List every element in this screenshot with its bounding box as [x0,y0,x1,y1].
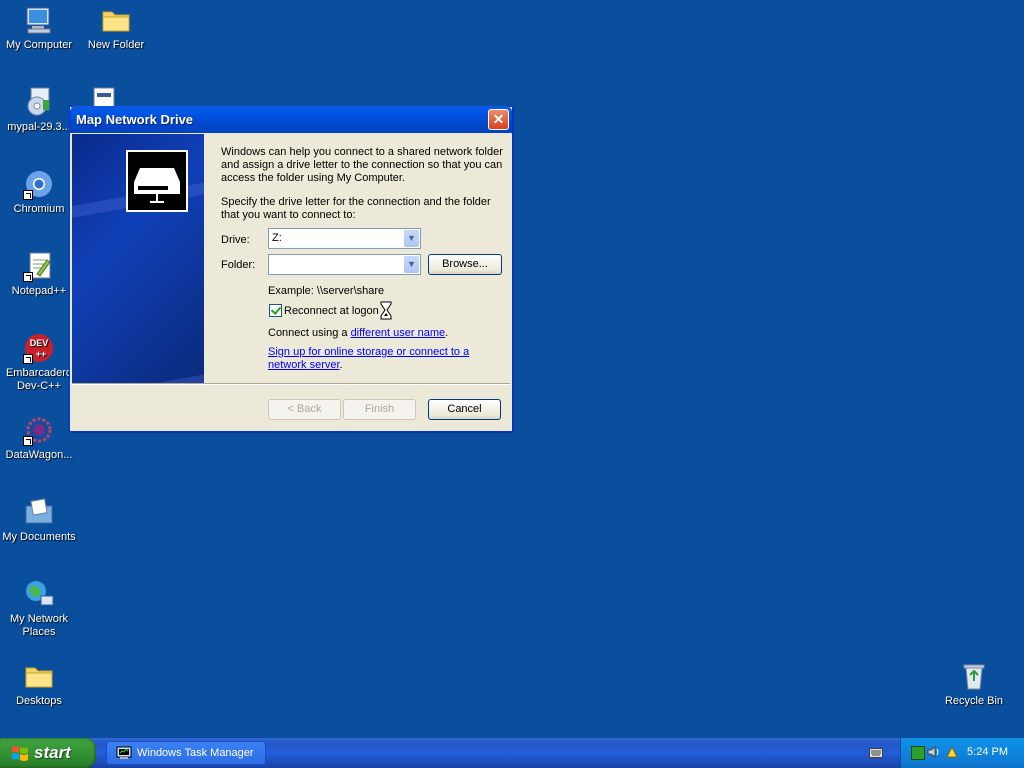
chromium-icon [23,168,55,200]
connect-using-prefix: Connect using a [268,327,351,339]
network-status-icon[interactable] [911,746,925,760]
finish-button[interactable]: Finish [343,399,416,420]
devcpp-icon: DEV ++ [23,332,55,364]
taskbar: start Windows Task Manager 5:24 PM [0,738,1024,768]
desktop-icon-mypal[interactable]: mypal-29.3... [0,86,78,134]
installer-cd-icon [23,86,55,118]
online-storage-link[interactable]: Sign up for online storage or connect to… [268,346,469,371]
folder-icon [23,660,55,692]
svg-text:++: ++ [36,349,47,359]
hourglass-cursor-icon [380,301,392,320]
desktop-icon-label: New Folder [87,39,145,51]
start-button[interactable]: start [0,738,96,768]
taskbar-item-task-manager[interactable]: Windows Task Manager [106,741,266,765]
desktop-icon-label: My Network Places [9,613,69,638]
taskbar-item-label: Windows Task Manager [137,747,254,759]
shortcut-arrow-icon [23,436,33,446]
folder-input[interactable]: ▼ [268,254,421,275]
desktop-icon-chromium[interactable]: Chromium [0,168,78,216]
desktop-icon-my-network-places[interactable]: My Network Places [0,578,78,639]
clock[interactable]: 5:24 PM [967,746,1008,758]
drive-label: Drive: [221,234,250,246]
connect-using-suffix: . [445,327,449,339]
shortcut-arrow-icon [23,354,33,364]
different-user-name-link[interactable]: different user name [351,327,446,339]
reconnect-label: Reconnect at logon [284,305,379,317]
wizard-side-panel [72,134,204,383]
button-separator [72,383,510,385]
desktop-icon-recycle-bin[interactable]: Recycle Bin [935,660,1013,708]
keyboard-icon[interactable] [869,748,883,758]
desktop-icon-label: Chromium [13,203,65,215]
map-network-drive-dialog: Map Network Drive ✕ Windows can help you… [69,106,513,432]
desktop-icon-label: Notepad++ [11,285,67,297]
chevron-down-icon[interactable]: ▼ [404,256,419,273]
desktop-icon-label: Desktops [16,695,62,707]
tray-app-icon[interactable] [945,745,959,759]
drive-select-value: Z: [272,232,282,244]
desktop-icon-my-documents[interactable]: My Documents [0,496,78,544]
desktop-icon-label: mypal-29.3... [7,121,71,133]
desktop-icon-label: DataWagon... [5,449,73,461]
documents-folder-icon [23,496,55,528]
chevron-down-icon[interactable]: ▼ [404,230,419,247]
folder-icon [100,4,132,36]
instruction-text: Specify the drive letter for the connect… [221,196,491,221]
speaker-icon[interactable] [927,745,941,759]
close-button[interactable]: ✕ [488,109,509,130]
desktop-icon-desktops[interactable]: Desktops [0,660,78,708]
connect-using-line: Connect using a different user name. [268,327,448,340]
drive-select[interactable]: Z: ▼ [268,228,421,249]
desktop-icon-datawagon[interactable]: DataWagon... [0,414,78,462]
signup-suffix: . [339,359,343,371]
notepadpp-icon [23,250,55,282]
task-manager-icon [116,746,132,760]
shortcut-arrow-icon [23,272,33,282]
start-label: start [34,743,71,762]
folder-label: Folder: [221,259,256,271]
desktop-icon-label: Embarcadero Dev-C++ [5,367,73,392]
computer-icon [23,4,55,36]
svg-text:DEV: DEV [30,338,49,348]
desktop-icon-label: Recycle Bin [944,695,1004,707]
desktop-icon-new-folder[interactable]: New Folder [77,4,155,52]
dialog-title: Map Network Drive [76,112,194,127]
shortcut-arrow-icon [23,190,33,200]
desktop-icon-label: My Computer [5,39,73,51]
system-tray: 5:24 PM [900,738,1024,768]
datawagon-icon [23,414,55,446]
desktop-icon-label: My Documents [2,531,76,543]
network-drive-icon [126,150,188,212]
close-icon: ✕ [492,111,505,127]
cancel-button[interactable]: Cancel [428,399,501,420]
network-globe-icon [23,578,55,610]
desktop-icon-my-computer[interactable]: My Computer [0,4,78,52]
back-button[interactable]: < Back [268,399,341,420]
dialog-titlebar[interactable]: Map Network Drive ✕ [70,106,512,133]
intro-text: Windows can help you connect to a shared… [221,146,503,184]
wizard-content: Windows can help you connect to a shared… [204,134,510,383]
browse-button[interactable]: Browse... [428,254,502,275]
reconnect-checkbox[interactable] [269,304,282,317]
windows-logo-icon [11,745,29,761]
example-text: Example: \\server\share [268,285,385,297]
recycle-bin-icon [958,660,990,692]
signup-line: Sign up for online storage or connect to… [268,346,478,372]
desktop-icon-devcpp[interactable]: DEV ++ Embarcadero Dev-C++ [0,332,78,393]
desktop-icon-notepadpp[interactable]: Notepad++ [0,250,78,298]
